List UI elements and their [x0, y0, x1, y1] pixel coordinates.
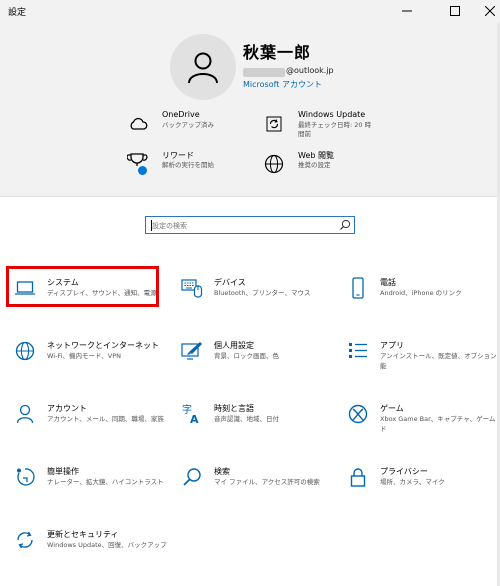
tile-desc: Xbox Game Bar、キャプチャ、ゲーム モード [380, 415, 500, 433]
search-icon [181, 466, 203, 488]
profile-header: 秋葉一郎 @outlook.jp Microsoft アカウント OneDriv… [0, 22, 500, 197]
header-item-desc: 解析の実行を開始 [162, 161, 214, 169]
tile-name: 検索 [214, 467, 230, 476]
user-email: @outlook.jp [286, 66, 334, 75]
header-item-name: Windows Update [298, 110, 366, 119]
header-item-web-browsing[interactable]: Web 閲覧 推奨の設定 [262, 150, 422, 182]
tile-desc: ナレーター、拡大鏡、ハイコントラスト [47, 478, 164, 486]
keyboard-icon [181, 277, 203, 299]
tile-ease-of-access[interactable]: 簡単操作 ナレーター、拡大鏡、ハイコントラスト [14, 466, 174, 506]
title-bar: 設定 [0, 0, 500, 22]
microsoft-account-link[interactable]: Microsoft アカウント [243, 79, 322, 90]
tile-desc: 背景、ロック画面、色 [214, 352, 279, 360]
tile-name: ネットワークとインターネット [47, 341, 159, 350]
maximize-icon [450, 6, 460, 16]
apps-list-icon [347, 340, 369, 362]
globe-icon [14, 340, 36, 362]
tile-name: ゲーム [380, 404, 404, 413]
search-input[interactable]: 設定の検索 [152, 221, 187, 231]
header-item-name: リワード [162, 151, 194, 160]
tile-devices[interactable]: デバイス Bluetooth、プリンター、マウス [181, 277, 341, 317]
tile-name: プライバシー [380, 467, 428, 476]
header-item-name: Web 閲覧 [298, 151, 334, 160]
tile-desc: アンインストール、既定値、オプションの機能 [380, 352, 500, 370]
trophy-icon [126, 152, 150, 176]
tile-phone[interactable]: 電話 Android、iPhone のリンク [347, 277, 500, 317]
tile-desc: Windows Update、回復、バックアップ [47, 541, 167, 549]
minimize-icon [402, 10, 412, 12]
header-item-desc: バックアップ済み [162, 121, 214, 129]
tile-personalization[interactable]: 個人用設定 背景、ロック画面、色 [181, 340, 341, 380]
maximize-button[interactable] [440, 0, 470, 22]
lock-icon [347, 466, 369, 488]
close-button[interactable] [475, 0, 500, 22]
tile-desc: 場所、カメラ、マイク [380, 478, 445, 486]
tile-privacy[interactable]: プライバシー 場所、カメラ、マイク [347, 466, 500, 506]
tile-desc: Wi-Fi、機内モード、VPN [47, 352, 121, 360]
header-item-desc: 推奨の設定 [298, 161, 331, 169]
tile-name: アプリ [380, 341, 404, 350]
tile-update-security[interactable]: 更新とセキュリティ Windows Update、回復、バックアップ [14, 529, 174, 569]
tile-apps[interactable]: アプリ アンインストール、既定値、オプションの機能 [347, 340, 500, 380]
xbox-icon [347, 403, 369, 425]
tile-desc: アカウント、メール、同期、職場、家族 [47, 415, 164, 423]
tile-name: 時刻と言語 [214, 404, 254, 413]
tile-name: 個人用設定 [214, 341, 254, 350]
accessibility-icon [14, 466, 36, 488]
paint-icon [181, 340, 203, 362]
tile-name: 更新とセキュリティ [47, 530, 119, 539]
close-icon [485, 6, 495, 16]
header-item-name: OneDrive [162, 110, 200, 119]
window-title: 設定 [8, 8, 27, 18]
person-icon [14, 403, 36, 425]
avatar[interactable] [170, 34, 236, 100]
svg-text:A: A [190, 413, 199, 425]
tile-accounts[interactable]: アカウント アカウント、メール、同期、職場、家族 [14, 403, 174, 443]
tile-desc: マイ ファイル、アクセス許可の検索 [214, 478, 320, 486]
tile-desc: 音声認識、地域、日付 [214, 415, 279, 423]
tile-name: アカウント [47, 404, 87, 413]
tile-name: 簡単操作 [47, 467, 79, 476]
language-icon: 字A [181, 403, 203, 425]
tile-gaming[interactable]: ゲーム Xbox Game Bar、キャプチャ、ゲーム モード [347, 403, 500, 443]
header-item-windows-update[interactable]: Windows Update 最終チェック日時: 20 時 間前 [262, 110, 422, 142]
search-icon[interactable] [339, 219, 351, 231]
person-icon [188, 52, 218, 84]
minimize-button[interactable] [392, 0, 422, 22]
tile-name: 電話 [380, 278, 396, 287]
tile-search[interactable]: 検索 マイ ファイル、アクセス許可の検索 [181, 466, 341, 506]
tile-desc: Bluetooth、プリンター、マウス [214, 289, 311, 297]
header-item-desc: 最終チェック日時: 20 時 間前 [298, 121, 372, 138]
tile-desc: Android、iPhone のリンク [380, 289, 462, 297]
update-icon [14, 529, 36, 551]
tile-name: デバイス [214, 278, 246, 287]
user-name: 秋葉一郎 [243, 43, 312, 62]
highlight-box [6, 266, 159, 307]
refresh-icon [262, 112, 286, 136]
tile-network[interactable]: ネットワークとインターネット Wi-Fi、機内モード、VPN [14, 340, 174, 380]
settings-search-box[interactable]: 設定の検索 [145, 216, 355, 234]
tile-time-language[interactable]: 字A 時刻と言語 音声認識、地域、日付 [181, 403, 341, 443]
globe-icon [262, 152, 286, 176]
phone-icon [347, 277, 369, 299]
email-redacted [243, 68, 285, 77]
cloud-icon [126, 112, 150, 136]
